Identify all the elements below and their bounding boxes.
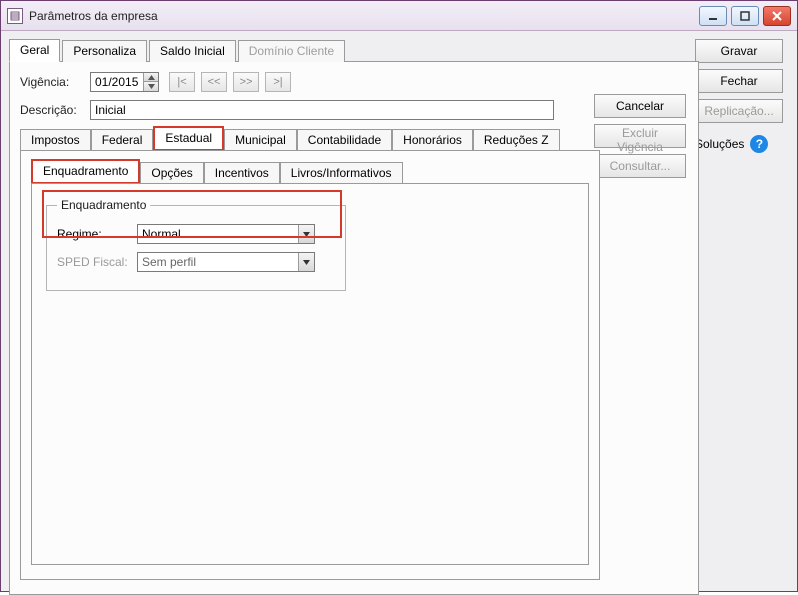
minimize-button[interactable] — [699, 6, 727, 26]
solucoes-label: Soluções — [695, 137, 744, 151]
tab-personaliza[interactable]: Personaliza — [62, 40, 147, 62]
app-icon — [7, 8, 23, 24]
panel-action-column: Cancelar Excluir Vigência Consultar... — [594, 94, 686, 178]
cancelar-button[interactable]: Cancelar — [594, 94, 686, 118]
nav-prev-button[interactable]: << — [201, 72, 227, 92]
sped-combobox[interactable]: Sem perfil — [137, 252, 315, 272]
third-tab-enquadramento[interactable]: Enquadramento — [31, 159, 140, 184]
main-tabstrip: Geral Personaliza Saldo Inicial Domínio … — [9, 39, 699, 61]
titlebar: Parâmetros da empresa — [1, 1, 797, 31]
inner-tab-impostos[interactable]: Impostos — [20, 129, 91, 151]
inner-tab-federal[interactable]: Federal — [91, 129, 154, 151]
inner-tab-reducoes-z[interactable]: Reduções Z — [473, 129, 560, 151]
window-title: Parâmetros da empresa — [29, 9, 158, 23]
help-icon[interactable]: ? — [750, 135, 768, 153]
excluir-vigencia-button[interactable]: Excluir Vigência — [594, 124, 686, 148]
replicacao-button[interactable]: Replicação... — [695, 99, 783, 123]
vigencia-input[interactable] — [91, 73, 143, 91]
tab-saldo-inicial[interactable]: Saldo Inicial — [149, 40, 236, 62]
main-tabpanel: Cancelar Excluir Vigência Consultar... V… — [9, 61, 699, 595]
third-tabstrip: Enquadramento Opções Incentivos Livros/I… — [31, 161, 589, 183]
group-legend: Enquadramento — [57, 198, 150, 212]
third-tab-opcoes[interactable]: Opções — [140, 162, 203, 184]
vigencia-spinner[interactable] — [90, 72, 159, 92]
inner-tab-contabilidade[interactable]: Contabilidade — [297, 129, 392, 151]
third-tabpanel: Enquadramento Regime: Normal — [31, 183, 589, 565]
third-tab-incentivos[interactable]: Incentivos — [204, 162, 280, 184]
inner-tab-estadual[interactable]: Estadual — [153, 126, 224, 151]
inner-tab-municipal[interactable]: Municipal — [224, 129, 297, 151]
client-area: Gravar Fechar Replicação... Soluções ? G… — [1, 31, 797, 591]
nav-next-button[interactable]: >> — [233, 72, 259, 92]
third-tab-livros-informativos[interactable]: Livros/Informativos — [280, 162, 403, 184]
gravar-button[interactable]: Gravar — [695, 39, 783, 63]
fechar-button[interactable]: Fechar — [695, 69, 783, 93]
sped-value: Sem perfil — [138, 255, 298, 269]
regime-value: Normal — [138, 227, 298, 241]
enquadramento-group: Enquadramento Regime: Normal — [46, 198, 346, 291]
regime-row: Regime: Normal — [57, 224, 335, 244]
spinner-buttons — [143, 73, 158, 91]
spinner-up-icon[interactable] — [144, 73, 158, 82]
inner-tabstrip: Impostos Federal Estadual Municipal Cont… — [20, 128, 600, 150]
vigencia-label: Vigência: — [20, 75, 90, 89]
regime-combobox[interactable]: Normal — [137, 224, 315, 244]
vigencia-nav: |< << >> >| — [169, 72, 291, 92]
main-left-region: Vigência: |< << >> >| — [20, 72, 600, 580]
inner-tab-honorarios[interactable]: Honorários — [392, 129, 473, 151]
window-frame: Parâmetros da empresa Gravar Fechar Repl… — [0, 0, 798, 592]
maximize-button[interactable] — [731, 6, 759, 26]
descricao-input[interactable] — [90, 100, 554, 120]
chevron-down-icon[interactable] — [298, 253, 314, 271]
inner-tabs-wrap: Impostos Federal Estadual Municipal Cont… — [20, 128, 600, 580]
inner-tabpanel: Enquadramento Opções Incentivos Livros/I… — [20, 150, 600, 580]
spinner-down-icon[interactable] — [144, 82, 158, 91]
chevron-down-icon[interactable] — [298, 225, 314, 243]
regime-label: Regime: — [57, 227, 137, 241]
window-controls — [699, 6, 791, 26]
tab-geral[interactable]: Geral — [9, 39, 60, 62]
sped-label: SPED Fiscal: — [57, 255, 137, 269]
consultar-button[interactable]: Consultar... — [594, 154, 686, 178]
nav-first-button[interactable]: |< — [169, 72, 195, 92]
descricao-label: Descrição: — [20, 103, 90, 117]
tab-dominio-cliente: Domínio Cliente — [238, 40, 345, 62]
close-button[interactable] — [763, 6, 791, 26]
descricao-row: Descrição: — [20, 100, 600, 120]
nav-last-button[interactable]: >| — [265, 72, 291, 92]
solucoes-row: Soluções ? — [695, 135, 783, 153]
right-action-column: Gravar Fechar Replicação... Soluções ? — [695, 39, 783, 153]
vigencia-row: Vigência: |< << >> >| — [20, 72, 600, 92]
sped-row: SPED Fiscal: Sem perfil — [57, 252, 335, 272]
